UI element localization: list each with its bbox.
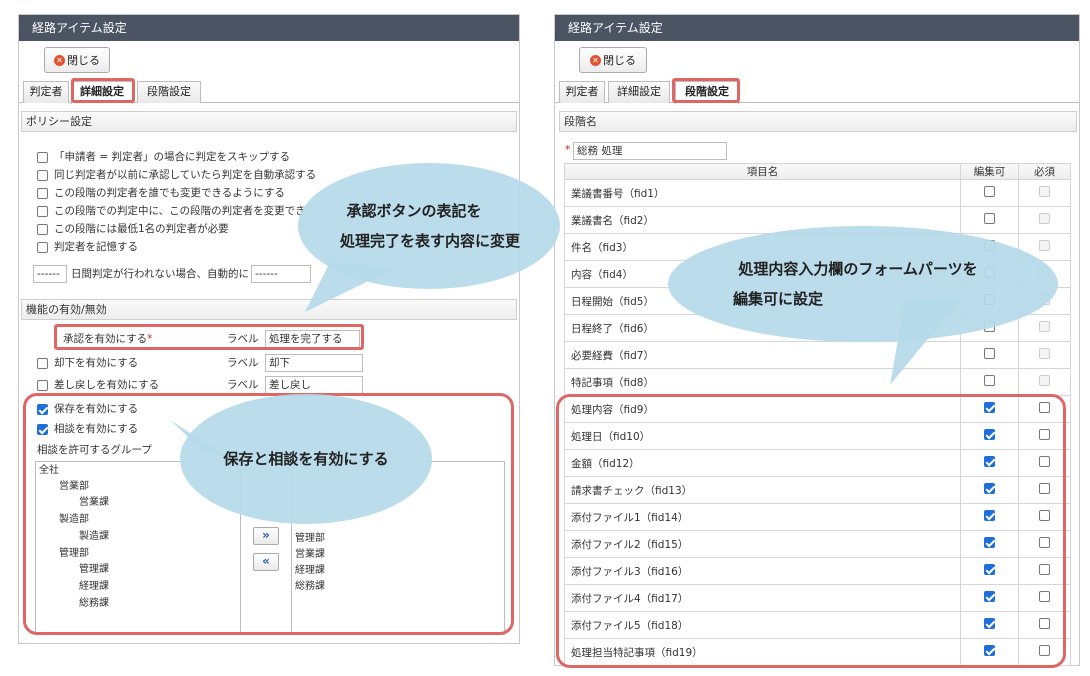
policy-row-1[interactable]: 「申請者 = 判定者」の場合に判定をスキップする xyxy=(37,149,290,165)
callout-approve-line2: 処理完了を表す内容に変更 xyxy=(339,232,520,250)
stage-section-header: 段階名 xyxy=(559,111,1077,132)
auto-action-select[interactable]: ------ xyxy=(251,265,311,283)
policy-row-4[interactable]: この段階での判定中に、この段階の判定者を変更でき xyxy=(37,203,306,219)
right-tab-details[interactable]: 詳細設定 xyxy=(608,81,670,103)
editable-cell xyxy=(960,179,1019,207)
policy-checkbox-1[interactable] xyxy=(37,151,48,163)
reject-label: 却下を有効にする xyxy=(54,357,139,369)
policy-label-1: 「申請者 = 判定者」の場合に判定をスキップする xyxy=(54,151,290,163)
policy-row-3[interactable]: この段階の判定者を誰でも変更できるようにする xyxy=(37,185,285,201)
required-cell xyxy=(1018,206,1071,234)
required-cell xyxy=(1018,314,1071,342)
policy-label-5: この段階には最低1名の判定者が必要 xyxy=(54,223,229,235)
callout-approve-line1: 承認ボタンの表記を xyxy=(346,202,482,220)
left-tab-stage[interactable]: 段階設定 xyxy=(137,81,201,103)
editable-checkbox[interactable] xyxy=(984,186,995,197)
editable-checkbox[interactable] xyxy=(984,213,995,224)
reject-row[interactable]: 却下を有効にする xyxy=(37,355,138,371)
highlight-editable-rows xyxy=(556,394,1066,668)
required-checkbox xyxy=(1039,213,1050,224)
table-row: 業議書番号（fid1） xyxy=(564,179,1071,207)
policy-row-2[interactable]: 同じ判定者が以前に承認していたら判定を自動承認する xyxy=(37,167,316,183)
required-cell xyxy=(1018,368,1071,396)
left-tab-judges[interactable]: 判定者 xyxy=(23,81,69,103)
reject-label-word: ラベル xyxy=(227,357,259,369)
policy-checkbox-5[interactable] xyxy=(37,223,48,235)
policy-checkbox-4[interactable] xyxy=(37,205,48,217)
policy-label-4: この段階での判定中に、この段階の判定者を変更でき xyxy=(54,205,306,217)
auto-judge-text: 日間判定が行われない場合、自動的に xyxy=(71,268,249,280)
editable-cell xyxy=(960,368,1019,396)
table-row: 特記事項（fid8） xyxy=(564,368,1071,396)
policy-checkbox-6[interactable] xyxy=(37,241,48,253)
policy-checkbox-3[interactable] xyxy=(37,187,48,199)
policy-checkbox-2[interactable] xyxy=(37,169,48,181)
header-required: 必須 xyxy=(1018,163,1071,180)
editable-cell xyxy=(960,206,1019,234)
callout-approve-label: 承認ボタンの表記を 処理完了を表す内容に変更 xyxy=(298,163,560,289)
policy-row-5[interactable]: この段階には最低1名の判定者が必要 xyxy=(37,221,229,237)
reject-label-input[interactable]: 却下 xyxy=(265,354,363,372)
required-cell xyxy=(1018,179,1071,207)
editable-checkbox[interactable] xyxy=(984,375,995,386)
right-dialog-title: 経路アイテム設定 xyxy=(555,15,1079,41)
callout-save-text: 保存と相談を有効にする xyxy=(223,450,389,468)
required-checkbox xyxy=(1039,321,1050,332)
close-icon: ✕ xyxy=(590,54,601,66)
left-dialog-title: 経路アイテム設定 xyxy=(19,15,519,41)
function-section-header: 機能の有効/無効 xyxy=(21,299,517,320)
sendback-label-word: ラベル xyxy=(227,379,259,391)
editable-cell xyxy=(960,341,1019,369)
stage-name-input[interactable]: 総務 処理 xyxy=(573,142,727,160)
stage-required-mark: * xyxy=(565,144,571,156)
sendback-row[interactable]: 差し戻しを有効にする xyxy=(37,377,159,393)
required-checkbox xyxy=(1039,240,1050,251)
auto-days-select[interactable]: ------ xyxy=(33,265,67,283)
right-tab-judges[interactable]: 判定者 xyxy=(559,81,605,103)
callout-save-consult: 保存と相談を有効にする xyxy=(180,394,432,524)
table-header-row: 項目名 編集可 必須 xyxy=(564,163,1071,180)
required-checkbox xyxy=(1039,375,1050,386)
sendback-label: 差し戻しを有効にする xyxy=(54,379,160,391)
editable-checkbox[interactable] xyxy=(984,348,995,359)
field-name-cell: 特記事項（fid8） xyxy=(564,368,961,396)
policy-section-header: ポリシー設定 xyxy=(21,111,517,132)
header-item-name: 項目名 xyxy=(564,163,961,180)
highlight-details-tab xyxy=(71,78,135,103)
left-close-label: 閉じる xyxy=(67,54,100,67)
callout-form-line1: 処理内容入力欄のフォームパーツを xyxy=(738,260,978,278)
reject-checkbox[interactable] xyxy=(37,357,48,369)
right-tabbar: 判定者 詳細設定 段階設定 xyxy=(555,79,1079,104)
required-checkbox xyxy=(1039,186,1050,197)
field-name-cell: 必要経費（fid7） xyxy=(564,341,961,369)
callout-form-editable: 処理内容入力欄のフォームパーツを 編集可に設定 xyxy=(668,226,1058,342)
required-checkbox xyxy=(1039,348,1050,359)
required-cell xyxy=(1018,341,1071,369)
sendback-label-input[interactable]: 差し戻し xyxy=(265,376,363,394)
field-name-cell: 業議書番号（fid1） xyxy=(564,179,961,207)
left-close-button[interactable]: ✕ 閉じる xyxy=(44,47,110,73)
policy-label-3: この段階の判定者を誰でも変更できるようにする xyxy=(54,187,285,199)
right-close-button[interactable]: ✕ 閉じる xyxy=(579,47,647,73)
close-icon: ✕ xyxy=(54,54,65,66)
header-editable: 編集可 xyxy=(960,163,1019,180)
right-close-label: 閉じる xyxy=(603,54,636,67)
sendback-checkbox[interactable] xyxy=(37,379,48,391)
policy-label-2: 同じ判定者が以前に承認していたら判定を自動承認する xyxy=(54,169,317,181)
highlight-stage-tab xyxy=(672,78,740,103)
policy-row-6[interactable]: 判定者を記憶する xyxy=(37,239,138,255)
highlight-approve-row xyxy=(54,324,364,350)
table-row: 必要経費（fid7） xyxy=(564,341,1071,369)
policy-label-6: 判定者を記憶する xyxy=(54,241,138,253)
callout-form-line2: 編集可に設定 xyxy=(732,290,823,308)
